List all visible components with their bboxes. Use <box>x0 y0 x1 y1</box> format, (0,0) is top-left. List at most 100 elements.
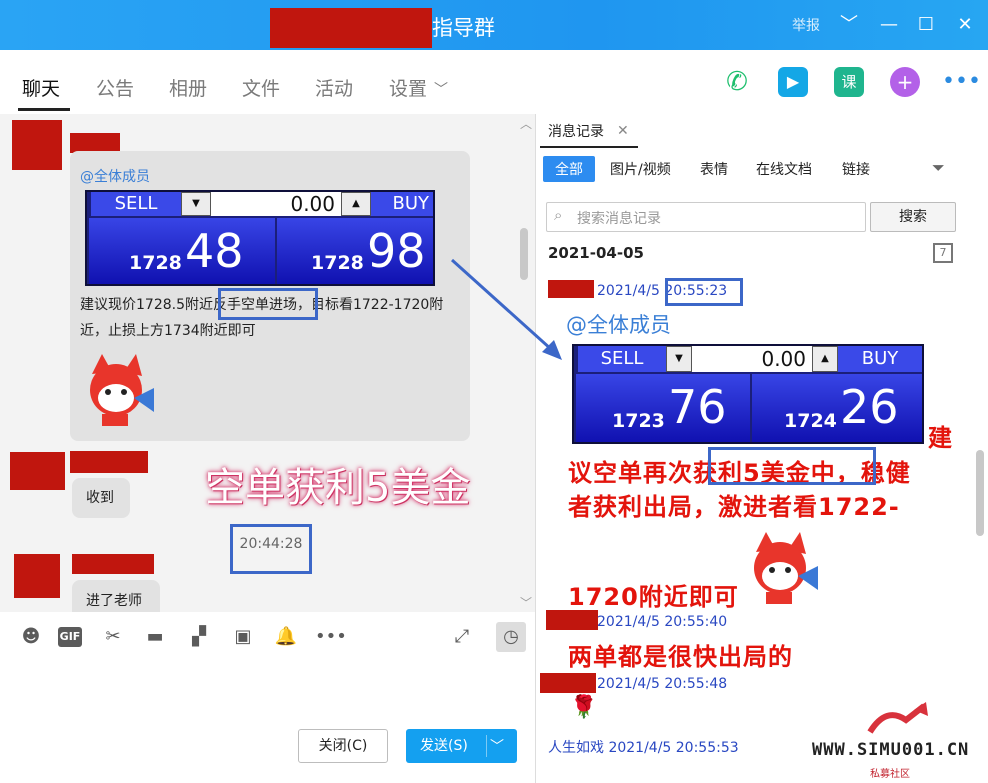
analysis-text: 两单都是很快出局的 <box>568 643 793 671</box>
buy-label: BUY <box>371 192 433 216</box>
profit-overlay-text: 空单获利5美金 <box>205 465 471 511</box>
buy-price-panel[interactable]: 1724 26 <box>752 374 922 442</box>
redacted-sender-name <box>72 554 154 574</box>
message-text: 进了老师 <box>86 593 142 609</box>
send-divider <box>486 735 487 757</box>
message-timestamp: 2021/4/5 20:55:48 <box>597 676 728 692</box>
folder-icon[interactable]: ▬ <box>143 625 167 649</box>
sell-price-big-figure: 1723 <box>612 410 665 432</box>
report-button[interactable]: 举报 <box>792 15 820 35</box>
price-down-button[interactable]: ▼ <box>666 346 692 372</box>
tab-settings[interactable]: 设置 <box>389 74 427 101</box>
buy-label: BUY <box>838 346 922 372</box>
watermark-text: WWW.SIMU001.CN <box>812 740 970 760</box>
gif-icon[interactable]: GIF <box>58 627 82 647</box>
analysis-text: 建 <box>928 424 953 452</box>
avatar[interactable] <box>12 120 62 170</box>
filter-all[interactable]: 全部 <box>543 156 595 182</box>
filter-emoji[interactable]: 表情 <box>700 159 728 179</box>
close-window-icon[interactable]: ✕ <box>953 13 977 37</box>
redacted-sender-name <box>540 673 596 693</box>
sell-price-panel[interactable]: 1723 76 <box>576 374 750 442</box>
buy-price-big-figure: 1728 <box>311 252 364 274</box>
analysis-text: 1720附近即可 <box>568 583 739 611</box>
sell-price-panel[interactable]: 1728 48 <box>89 218 275 284</box>
bell-icon[interactable]: 🔔 <box>274 625 298 649</box>
group-title: 指导群 <box>432 16 495 40</box>
tab-chat[interactable]: 聊天 <box>22 74 60 101</box>
expand-icon[interactable]: ⤢ <box>450 625 474 649</box>
buy-price-pips: 26 <box>840 380 899 434</box>
active-tab-underline <box>18 108 70 111</box>
sell-price-pips: 76 <box>668 380 727 434</box>
image-icon[interactable]: ▣ <box>231 625 255 649</box>
avatar[interactable] <box>14 554 60 598</box>
scissors-icon[interactable]: ✂ <box>101 625 125 649</box>
title-bar: 指导群 举报 ﹀ — ☐ ✕ <box>0 0 988 50</box>
filter-icon[interactable]: ⏷ <box>932 158 945 178</box>
mention-all[interactable]: @全体成员 <box>566 309 671 339</box>
trade-widget: SELL ▼ 0.00 ▲ BUY 1728 48 1728 98 <box>85 190 435 286</box>
trade-widget: SELL ▼ 0.00 ▲ BUY 1723 76 1724 26 <box>572 344 924 444</box>
search-icon: ⌕ <box>554 206 563 224</box>
message-text: 收到 <box>86 490 114 506</box>
highlight-box <box>218 288 318 320</box>
buy-price-big-figure: 1724 <box>784 410 837 432</box>
price-up-button[interactable]: ▲ <box>812 346 838 372</box>
search-button[interactable]: 搜索 <box>870 202 956 232</box>
watermark-logo <box>867 702 928 734</box>
filter-links[interactable]: 链接 <box>842 159 870 179</box>
buy-price-panel[interactable]: 1728 98 <box>277 218 433 284</box>
price-input[interactable]: 0.00 <box>692 346 812 372</box>
maximize-icon[interactable]: ☐ <box>914 13 938 37</box>
video-call-icon[interactable]: ▶ <box>778 67 808 97</box>
chevron-down-icon[interactable]: ﹀ <box>434 79 448 99</box>
send-options-chevron-icon[interactable]: ﹀ <box>490 736 504 756</box>
minimize-icon[interactable]: — <box>877 13 901 37</box>
more-icon[interactable]: ••• <box>942 67 981 97</box>
history-clock-icon[interactable]: ◷ <box>496 622 526 652</box>
history-tab-underline <box>540 146 638 148</box>
highlight-box <box>665 278 743 306</box>
scroll-down-icon[interactable]: ﹀ <box>520 594 532 611</box>
close-history-icon[interactable]: ✕ <box>617 123 629 139</box>
avatar[interactable] <box>10 452 65 490</box>
buy-price-pips: 98 <box>367 224 426 278</box>
tab-activity[interactable]: 活动 <box>315 74 353 101</box>
history-search-input[interactable]: 搜索消息记录 <box>546 202 866 232</box>
fox-sticker <box>754 532 818 604</box>
history-scrollbar[interactable] <box>976 450 984 536</box>
course-icon[interactable]: 课 <box>834 67 864 97</box>
price-up-button[interactable]: ▲ <box>341 192 371 216</box>
filter-media[interactable]: 图片/视频 <box>610 159 671 179</box>
sell-label: SELL <box>91 192 181 216</box>
chat-scrollbar[interactable] <box>520 228 528 280</box>
history-tab[interactable]: 消息记录 <box>548 121 604 141</box>
more-tools-icon[interactable]: ••• <box>315 625 347 649</box>
add-app-icon[interactable]: + <box>890 67 920 97</box>
sell-label: SELL <box>578 346 666 372</box>
message-timestamp: 2021/4/5 20:55:40 <box>597 614 728 630</box>
phone-call-icon[interactable]: ✆ <box>722 67 752 97</box>
rose-icon: 🌹 <box>570 695 598 720</box>
watermark-subtext: 私募社区 <box>870 769 910 780</box>
emoji-icon[interactable]: ☻ <box>19 625 43 649</box>
shake-icon[interactable]: ▞ <box>187 625 211 649</box>
sell-price-pips: 48 <box>185 224 244 278</box>
close-button[interactable]: 关闭(C) <box>298 729 388 763</box>
price-input[interactable]: 0.00 <box>211 192 341 216</box>
tab-announcement[interactable]: 公告 <box>96 74 134 101</box>
mention-all[interactable]: @全体成员 <box>80 166 150 186</box>
scroll-up-icon[interactable]: ︿ <box>520 115 532 132</box>
date-header: 2021-04-05 <box>548 244 644 262</box>
fox-sticker <box>90 354 154 426</box>
price-down-button[interactable]: ▼ <box>181 192 211 216</box>
tab-album[interactable]: 相册 <box>169 74 207 101</box>
calendar-icon[interactable]: 7 <box>933 243 953 263</box>
redacted-group-name <box>270 8 432 48</box>
timestamp-text: 20:44:28 <box>239 536 303 552</box>
chevron-down-icon[interactable]: ﹀ <box>837 13 861 37</box>
filter-docs[interactable]: 在线文档 <box>756 159 812 179</box>
tab-files[interactable]: 文件 <box>242 74 280 101</box>
analysis-text: 者获利出局，激进者看1722- <box>568 493 900 521</box>
